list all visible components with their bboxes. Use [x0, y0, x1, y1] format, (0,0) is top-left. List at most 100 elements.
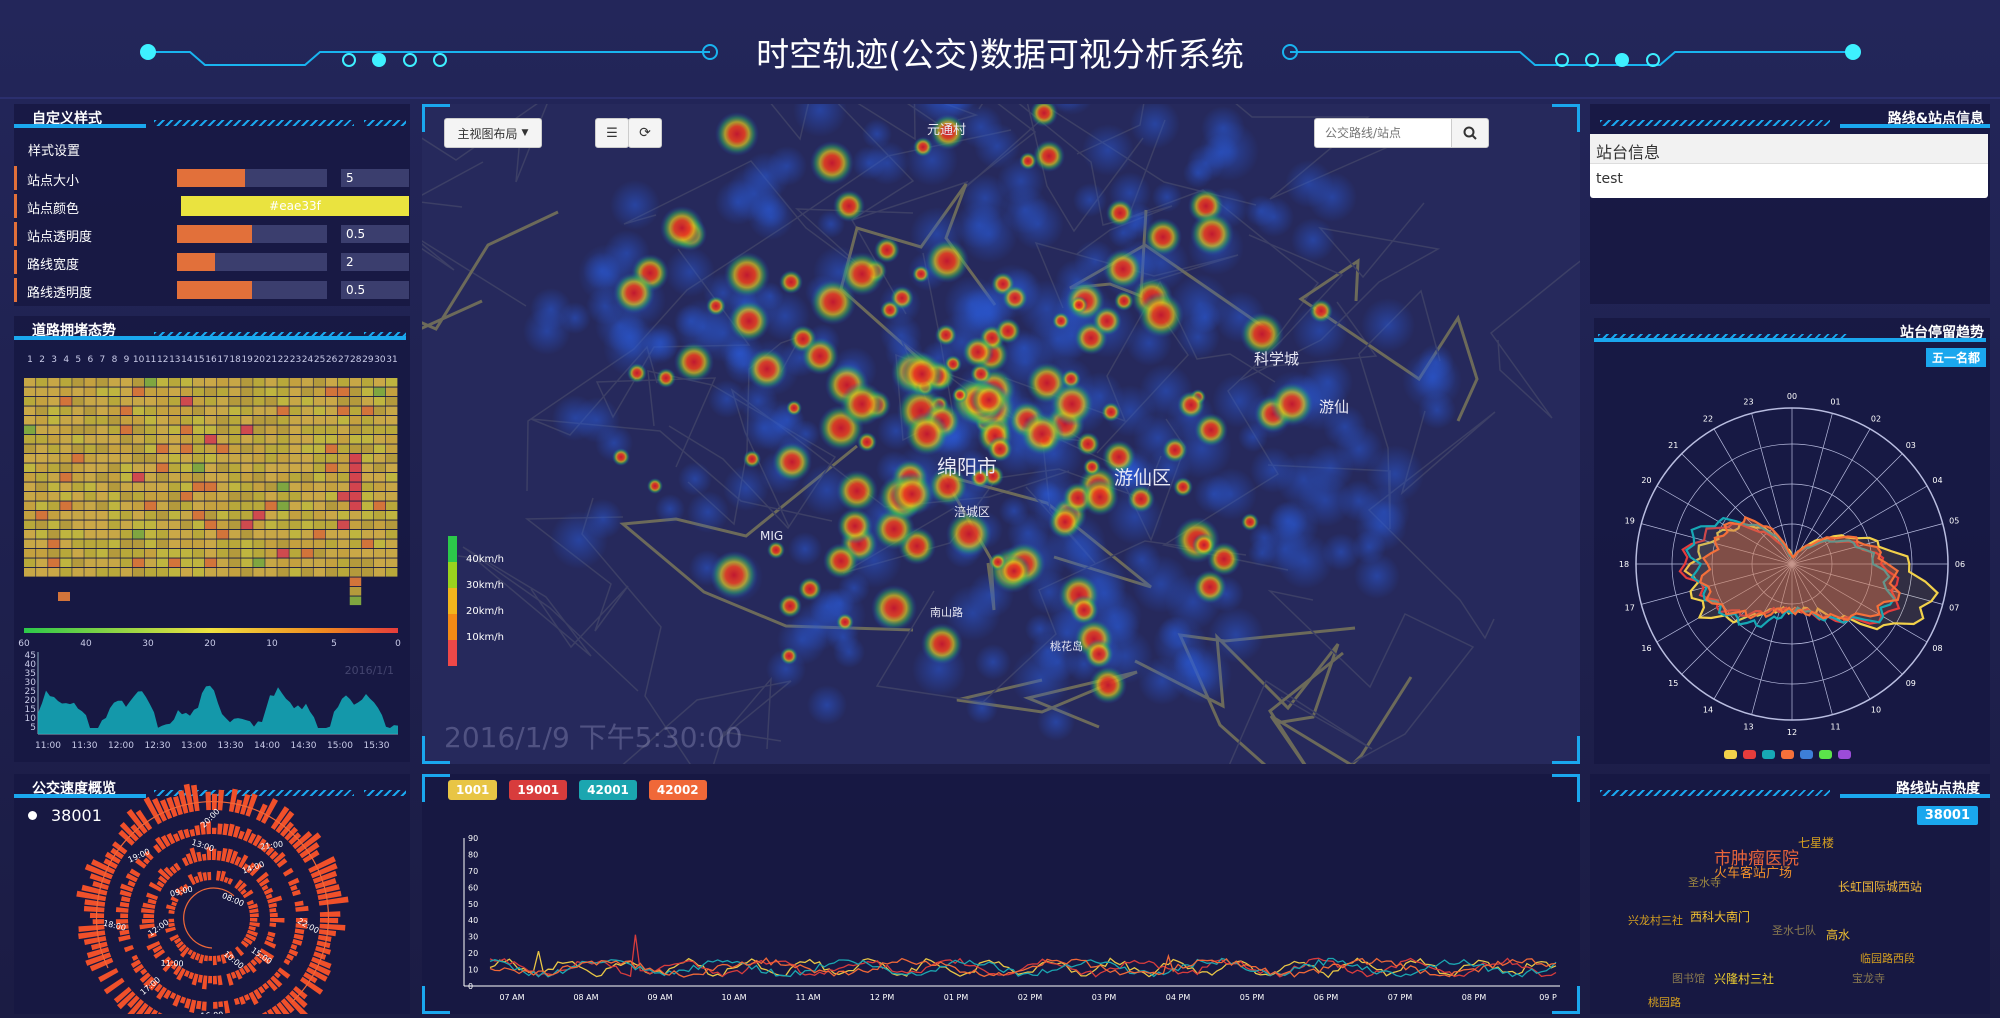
heatmap-cell [265, 492, 277, 501]
speed-segment [103, 977, 125, 995]
route-search-input[interactable] [1314, 118, 1452, 148]
heat-word[interactable]: 圣水寺 [1688, 874, 1721, 890]
color-picker[interactable]: #eae33f [181, 196, 409, 216]
heatmap-cell [120, 378, 132, 387]
polar-legend-swatch[interactable] [1800, 750, 1813, 759]
heat-word[interactable]: 西科大南门 [1690, 908, 1750, 925]
heatmap-cell [180, 549, 193, 558]
layout-dropdown-button[interactable]: 主视图布局 ▼ [444, 118, 542, 148]
heatmap-cell [36, 539, 48, 549]
heatmap-cell [192, 416, 205, 425]
speed-segment [207, 871, 212, 881]
refresh-button[interactable]: ⟳ [628, 118, 662, 148]
heatmap-cell [265, 378, 277, 387]
style-slider[interactable] [177, 225, 327, 243]
polar-hour-label: 05 [1949, 517, 1959, 526]
heat-word[interactable]: 高水 [1826, 926, 1850, 943]
heatmap-cell [301, 454, 313, 463]
heatmap-cell [361, 425, 374, 435]
heatmap-cell [156, 444, 169, 454]
heatmap-cell [204, 416, 217, 425]
search-button[interactable] [1451, 118, 1489, 148]
heatmap-cell [168, 454, 181, 463]
legend-color-swatch [448, 536, 457, 562]
speed-segment [212, 975, 218, 985]
heatmap-cell [361, 444, 374, 454]
heat-word[interactable]: 兴龙村三社 [1628, 912, 1683, 928]
style-slider[interactable] [177, 281, 327, 299]
polar-legend-swatch[interactable] [1724, 750, 1737, 759]
style-slider[interactable] [177, 169, 327, 187]
heatmap-cell [180, 568, 193, 577]
polar-legend-swatch[interactable] [1819, 750, 1832, 759]
heatmap-cell [337, 416, 350, 425]
legend-speed-label: 40km/h [466, 554, 504, 565]
heatmap-cell [120, 397, 132, 406]
heatmap-cell [373, 511, 386, 520]
heatmap-cell [325, 549, 338, 558]
heatmap-cell [120, 463, 132, 473]
heat-word[interactable]: 圣水七队 [1772, 922, 1816, 938]
style-value-input[interactable]: 2 [341, 253, 409, 271]
heat-word[interactable]: 图书馆 [1672, 970, 1705, 986]
polar-hour-label: 21 [1668, 441, 1678, 450]
heatmap-cell [313, 387, 326, 397]
heatmap-cell [204, 539, 217, 549]
traffic-hotspot [836, 613, 854, 631]
heat-word[interactable]: 兴隆村三社 [1714, 970, 1774, 987]
speed-segment [216, 955, 222, 962]
day-label: 13 [169, 355, 180, 365]
heatmap-cell [84, 406, 96, 416]
heatmap-cell [120, 482, 132, 492]
polar-legend-swatch[interactable] [1838, 750, 1851, 759]
heatmap-cell [289, 416, 301, 425]
line-chart-panel: 1001 19001 42001 42002 90 80 70 60 50 40 30 20 10 0 0… [422, 774, 1580, 1014]
heatmap-cell [108, 454, 120, 463]
heat-word[interactable]: 桃园路 [1648, 994, 1681, 1010]
speed-segment [83, 905, 105, 913]
style-slider[interactable] [177, 253, 327, 271]
map-canvas[interactable]: 元通村绵阳市 游仙区 科学城游仙涪城区 MIG 桃花岛 南山路 [422, 104, 1580, 764]
heatmap-cell [229, 425, 241, 435]
polar-legend-swatch[interactable] [1762, 750, 1775, 759]
table-view-button[interactable]: ☰ [595, 118, 629, 148]
map-view[interactable]: 元通村绵阳市游仙区 科学城游仙涪城区 MIG 桃花岛 南山路 主视图布局 ▼ ☰ ⟳ 4… [422, 104, 1580, 764]
heatmap-cell [120, 406, 132, 416]
heatmap-cell [277, 397, 289, 406]
style-value-input[interactable]: 0.5 [341, 225, 409, 243]
polar-hour-label: 11 [1830, 722, 1840, 731]
speed-segment [194, 825, 201, 836]
heatmap-cell [265, 558, 277, 568]
heatmap-cell [108, 511, 120, 520]
traffic-glow [807, 685, 847, 725]
heatmap-cell [313, 568, 326, 577]
heat-word[interactable]: 宝龙寺 [1852, 970, 1885, 986]
heat-word[interactable]: 七星楼 [1798, 834, 1834, 851]
heatmap-cell [241, 444, 253, 454]
heatmap-cell [253, 397, 265, 406]
heat-word[interactable]: 长虹国际城西站 [1838, 878, 1922, 895]
scale-label: 10 [266, 639, 278, 649]
polar-series [1698, 515, 1901, 622]
speed-ring-label: 11:00 [160, 959, 183, 969]
heatmap-cell [289, 558, 301, 568]
heatmap-cell [60, 444, 72, 454]
heatmap-cell [385, 558, 398, 568]
polar-legend-swatch[interactable] [1781, 750, 1794, 759]
polar-legend-swatch[interactable] [1743, 750, 1756, 759]
heatmap-cell [48, 425, 60, 435]
heatmap-cell [156, 501, 169, 511]
heatmap-cell [325, 416, 338, 425]
style-value-input[interactable]: 0.5 [341, 281, 409, 299]
speed-segment [202, 872, 208, 881]
heatmap-cell [96, 492, 108, 501]
speed-segment [216, 850, 222, 861]
heatmap-cell [24, 520, 36, 530]
heatmap-cell [265, 501, 277, 511]
day-label: 19 [241, 355, 253, 365]
heat-word[interactable]: 临园路西段 [1860, 950, 1915, 966]
style-value-input[interactable]: 5 [341, 169, 409, 187]
heat-word[interactable]: 火车客站广场 [1714, 862, 1792, 881]
area-ytick: 5 [30, 723, 36, 733]
area-xtick: 12:00 [108, 741, 134, 751]
